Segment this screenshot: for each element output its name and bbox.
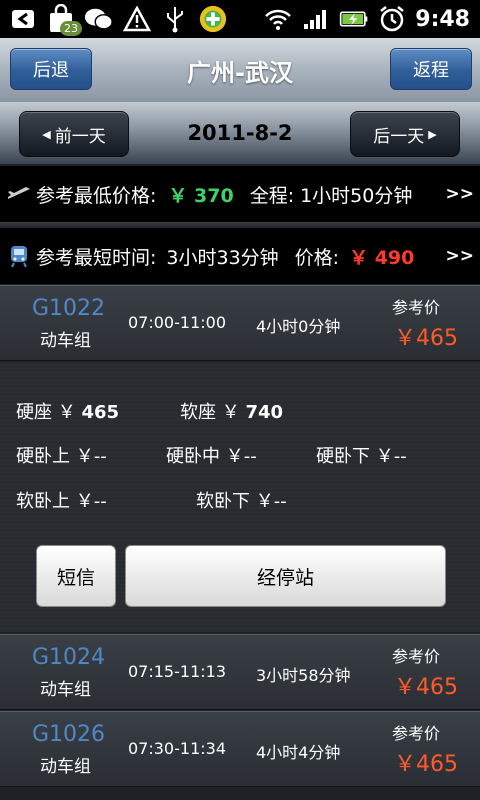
reference-price-label: 参考价 — [392, 647, 441, 666]
train-type: 动车组 — [40, 757, 91, 777]
train-code: G1022 — [32, 296, 106, 321]
usb-icon — [160, 4, 190, 34]
stops-button[interactable]: 经停站 — [125, 545, 446, 607]
soft-sleeper-upper-fare: 软卧上 ￥-- — [16, 491, 107, 512]
hard-seat-label: 硬座 ￥ — [16, 402, 76, 423]
hard-sleeper-middle-fare: 硬卧中 ￥-- — [166, 446, 257, 467]
soft-seat-price: 740 — [245, 402, 284, 423]
caret-left-icon: ◀ — [42, 127, 51, 141]
sms-button[interactable]: 短信 — [36, 545, 116, 607]
caret-right-icon: ▶ — [428, 127, 437, 141]
wechat-icon — [84, 4, 114, 34]
train-price: ￥465 — [394, 675, 458, 700]
next-day-button[interactable]: 后一天 ▶ — [350, 111, 460, 157]
train-row-g1022[interactable]: G1022 动车组 07:00-11:00 4小时0分钟 参考价 ￥465 — [0, 285, 480, 361]
lowest-price-value: ￥ 370 — [168, 184, 234, 207]
battery-charging-icon — [339, 4, 369, 34]
back-arrow-icon — [8, 4, 38, 34]
reference-price-label: 参考价 — [392, 724, 441, 743]
app-plus-icon — [198, 4, 228, 34]
alarm-clock-icon — [377, 4, 407, 34]
train-time: 07:15-11:13 — [128, 662, 226, 681]
shortest-more-link[interactable]: >> — [446, 246, 475, 266]
train-price: ￥465 — [394, 326, 458, 351]
train-icon — [4, 244, 34, 268]
train-code: G1026 — [32, 722, 106, 747]
train-duration: 4小时4分钟 — [256, 743, 341, 762]
reference-price-label: 参考价 — [392, 298, 441, 317]
soft-seat-fare: 软座 ￥ 740 — [180, 398, 283, 424]
back-button[interactable]: 后退 — [10, 48, 92, 90]
previous-day-button[interactable]: ◀ 前一天 — [19, 111, 129, 157]
date-bar: ◀ 前一天 2011-8-2 后一天 ▶ — [0, 102, 480, 164]
shortest-time-summary[interactable]: 参考最短时间: 3小时33分钟 价格: ￥ 490 >> — [0, 228, 480, 284]
lowest-duration-label: 全程: — [249, 184, 295, 207]
lowest-duration-value: 1小时50分钟 — [300, 184, 413, 207]
next-day-label: 后一天 — [373, 126, 425, 147]
hard-seat-price: 465 — [81, 402, 120, 423]
train-row-g1024[interactable]: G1024 动车组 07:15-11:13 3小时58分钟 参考价 ￥465 — [0, 634, 480, 710]
train-type: 动车组 — [40, 680, 91, 700]
current-date: 2011-8-2 — [187, 121, 293, 145]
train-detail-panel: 硬座 ￥ 465 软座 ￥ 740 硬卧上 ￥-- 硬卧中 ￥-- 硬卧下 ￥-… — [0, 362, 480, 632]
clock-time: 9:48 — [415, 6, 470, 32]
shortest-time-label: 参考最短时间: — [36, 246, 157, 269]
notification-count-badge: 23 — [60, 21, 82, 36]
train-type: 动车组 — [40, 331, 91, 351]
airplane-icon — [4, 185, 34, 203]
signal-icon — [301, 4, 331, 34]
wifi-icon — [263, 4, 293, 34]
lowest-price-label: 参考最低价格: — [36, 184, 157, 207]
shortest-price-value: ￥ 490 — [349, 246, 415, 269]
train-time: 07:30-11:34 — [128, 739, 226, 758]
previous-day-label: 前一天 — [54, 126, 106, 147]
train-duration: 4小时0分钟 — [256, 317, 341, 336]
soft-sleeper-lower-fare: 软卧下 ￥-- — [196, 491, 287, 512]
hard-sleeper-upper-fare: 硬卧上 ￥-- — [16, 446, 107, 467]
train-price: ￥465 — [394, 752, 458, 777]
hard-sleeper-lower-fare: 硬卧下 ￥-- — [316, 446, 407, 467]
warning-icon — [122, 4, 152, 34]
train-time: 07:00-11:00 — [128, 313, 226, 332]
hard-seat-fare: 硬座 ￥ 465 — [16, 398, 119, 424]
train-duration: 3小时58分钟 — [256, 666, 351, 685]
status-bar: 23 9:48 — [0, 0, 480, 38]
shortest-price-label: 价格: — [294, 246, 340, 269]
return-trip-button[interactable]: 返程 — [390, 48, 472, 90]
shopping-bag-icon: 23 — [46, 4, 82, 36]
title-bar: 后退 广州-武汉 返程 — [0, 38, 480, 103]
soft-seat-label: 软座 ￥ — [180, 402, 240, 423]
lowest-price-summary[interactable]: 参考最低价格: ￥ 370 全程: 1小时50分钟 >> — [0, 166, 480, 222]
train-code: G1024 — [32, 645, 106, 670]
lowest-more-link[interactable]: >> — [446, 184, 475, 204]
train-row-g1026[interactable]: G1026 动车组 07:30-11:34 4小时4分钟 参考价 ￥465 — [0, 711, 480, 787]
shortest-time-value: 3小时33分钟 — [166, 246, 279, 269]
